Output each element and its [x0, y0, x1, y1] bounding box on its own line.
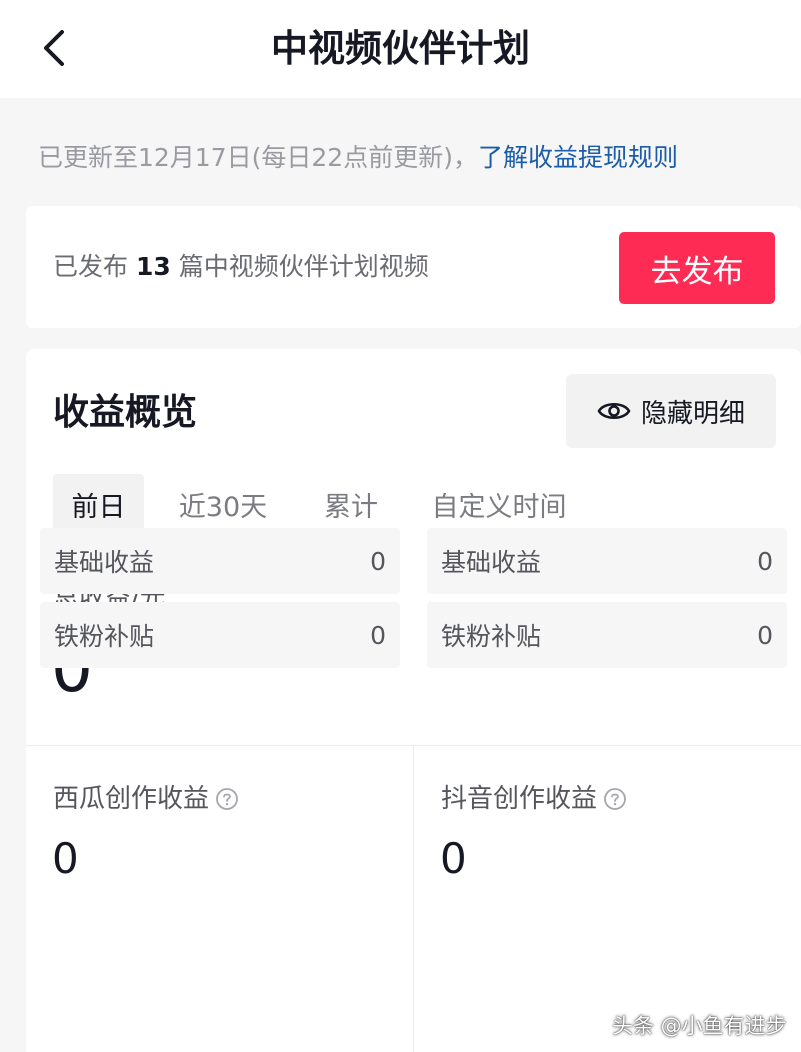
- douyin-base-revenue-row: 基础收益 0: [427, 528, 787, 594]
- tab-previous-day[interactable]: 前日: [53, 474, 144, 534]
- revenue-overview-card: 收益概览 隐藏明细 前日 近30天 累计 自定义时间 总收益/元 0 西瓜创作收…: [26, 349, 801, 1052]
- row-value: 0: [757, 546, 773, 576]
- row-label: 铁粉补贴: [54, 622, 155, 651]
- douyin-fan-subsidy-row: 铁粉补贴 0: [427, 602, 787, 668]
- hide-details-label: 隐藏明细: [640, 398, 745, 429]
- publish-card: 已发布 13 篇中视频伙伴计划视频 去发布: [26, 206, 801, 328]
- douyin-revenue-label: 抖音创作收益: [441, 784, 598, 814]
- published-suffix: 篇中视频伙伴计划视频: [170, 252, 429, 281]
- question-circle-icon[interactable]: [215, 787, 239, 811]
- douyin-revenue-value: 0: [440, 834, 467, 883]
- row-label: 基础收益: [441, 548, 542, 577]
- watermark: 头条 @小鱼有进步: [612, 1014, 787, 1038]
- update-text: 已更新至12月17日(每日22点前更新)，: [38, 143, 478, 172]
- published-count: 13: [135, 252, 171, 281]
- update-notice: 已更新至12月17日(每日22点前更新)，了解收益提现规则: [38, 138, 678, 178]
- tab-custom-time[interactable]: 自定义时间: [424, 474, 574, 534]
- published-prefix: 已发布: [53, 252, 136, 281]
- tab-cumulative[interactable]: 累计: [316, 474, 386, 534]
- douyin-revenue-section: 抖音创作收益 0: [414, 745, 801, 1052]
- xigua-revenue-label-row: 西瓜创作收益: [53, 781, 239, 817]
- row-value: 0: [370, 546, 386, 576]
- eye-icon: [597, 402, 631, 420]
- question-circle-icon[interactable]: [603, 787, 627, 811]
- page-title: 中视频伙伴计划: [271, 27, 530, 70]
- published-count-text: 已发布 13 篇中视频伙伴计划视频: [53, 249, 429, 285]
- hide-details-button[interactable]: 隐藏明细: [566, 374, 776, 448]
- xigua-revenue-section: 西瓜创作收益 0: [26, 745, 413, 1052]
- withdraw-rules-link[interactable]: 了解收益提现规则: [478, 143, 678, 172]
- top-nav-bar: 中视频伙伴计划: [0, 0, 801, 98]
- row-value: 0: [370, 620, 386, 650]
- go-publish-button[interactable]: 去发布: [619, 232, 775, 304]
- xigua-revenue-label: 西瓜创作收益: [53, 784, 210, 814]
- douyin-revenue-label-row: 抖音创作收益: [441, 781, 627, 817]
- xigua-fan-subsidy-row: 铁粉补贴 0: [40, 602, 400, 668]
- row-label: 基础收益: [54, 548, 155, 577]
- revenue-overview-title: 收益概览: [53, 392, 198, 433]
- tab-last-30-days[interactable]: 近30天: [170, 474, 276, 534]
- row-value: 0: [757, 620, 773, 650]
- row-label: 铁粉补贴: [441, 622, 542, 651]
- xigua-base-revenue-row: 基础收益 0: [40, 528, 400, 594]
- period-tabs: 前日 近30天 累计 自定义时间: [53, 474, 574, 534]
- xigua-revenue-value: 0: [52, 834, 79, 883]
